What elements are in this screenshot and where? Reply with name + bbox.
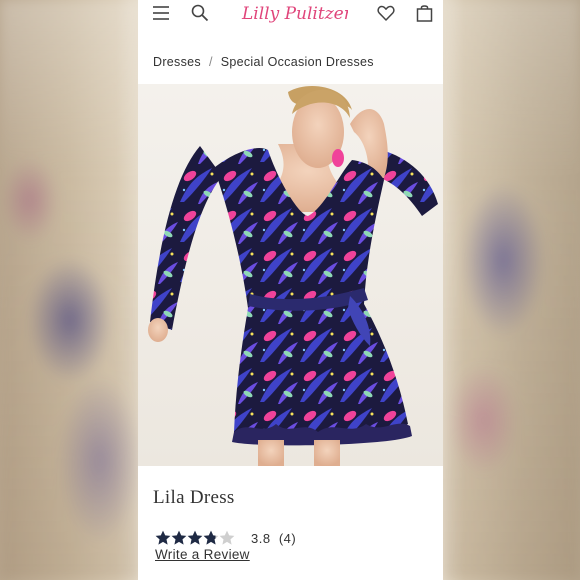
star-icon <box>171 530 187 545</box>
product-page: Lilly Pulitzer Dresses / Special Occasion … <box>138 0 443 580</box>
product-title: Lila Dress <box>153 487 235 508</box>
breadcrumb-link-dresses[interactable]: Dresses <box>153 55 201 69</box>
rating-stars <box>155 530 237 546</box>
breadcrumb-link-special-occasion[interactable]: Special Occasion Dresses <box>221 55 374 69</box>
product-photo-illustration <box>148 86 438 466</box>
star-icon <box>155 530 171 545</box>
background-blur-left <box>0 0 140 580</box>
brand-logo[interactable]: Lilly Pulitzer <box>240 0 353 31</box>
brand-logo-text: Lilly Pulitzer <box>241 4 348 24</box>
menu-icon[interactable] <box>152 4 170 27</box>
breadcrumb: Dresses / Special Occasion Dresses <box>153 55 374 69</box>
top-nav: Lilly Pulitzer <box>138 0 443 30</box>
star-icon <box>187 530 203 545</box>
product-image[interactable] <box>138 84 443 466</box>
heart-icon[interactable] <box>377 4 395 27</box>
rating-value: 3.8 <box>251 531 271 546</box>
bag-icon[interactable] <box>416 4 433 27</box>
rating-summary: 3.8 (4) <box>251 531 296 546</box>
background-blur-right <box>443 0 580 580</box>
search-icon[interactable] <box>191 4 209 27</box>
breadcrumb-separator: / <box>208 55 213 69</box>
star-icon <box>203 530 219 545</box>
rating-count: (4) <box>278 531 297 546</box>
write-review-link[interactable]: Write a Review <box>155 547 250 562</box>
star-icon <box>219 530 235 545</box>
